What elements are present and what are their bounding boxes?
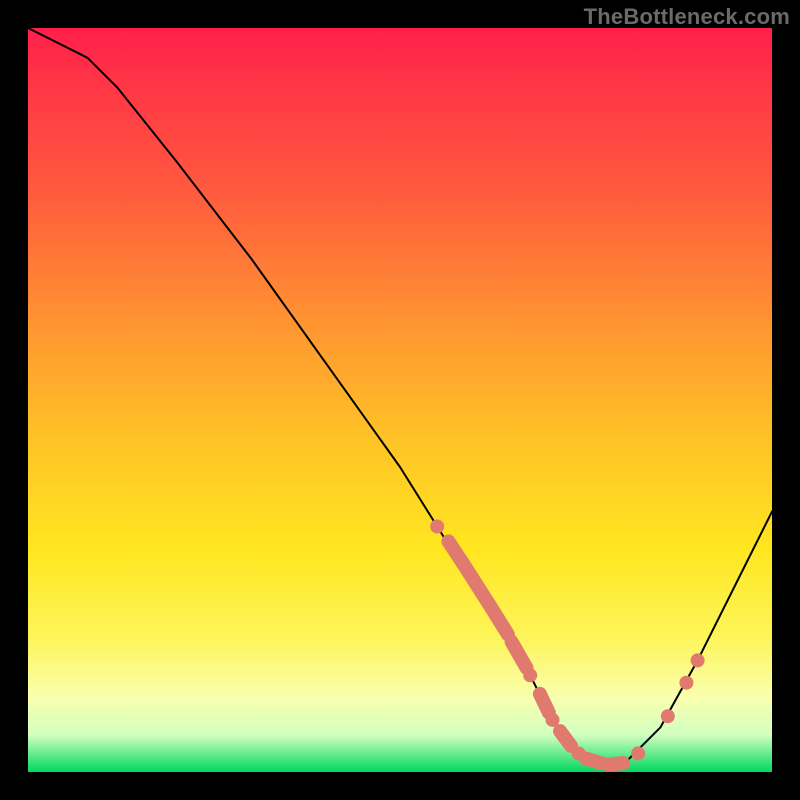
curve-marker-pill xyxy=(463,564,489,605)
plot-area xyxy=(28,28,772,772)
curve-marker-pill xyxy=(512,642,527,668)
curve-marker-dot xyxy=(631,746,645,760)
curve-marker-dot xyxy=(523,668,537,682)
bottleneck-curve xyxy=(28,28,772,772)
watermark-text: TheBottleneck.com xyxy=(584,4,790,30)
curve-marker-dot xyxy=(679,676,693,690)
curve-markers xyxy=(430,520,704,765)
chart-container: TheBottleneck.com xyxy=(0,0,800,800)
curve-marker-dot xyxy=(691,653,705,667)
curve-marker-pill xyxy=(560,731,571,746)
curve-path xyxy=(28,28,772,765)
curve-marker-dot xyxy=(661,709,675,723)
curve-marker-pill xyxy=(540,694,549,713)
curve-marker-pill xyxy=(608,763,623,765)
curve-marker-pill xyxy=(489,605,508,635)
curve-marker-pill xyxy=(586,759,601,764)
curve-marker-dot xyxy=(430,520,444,534)
